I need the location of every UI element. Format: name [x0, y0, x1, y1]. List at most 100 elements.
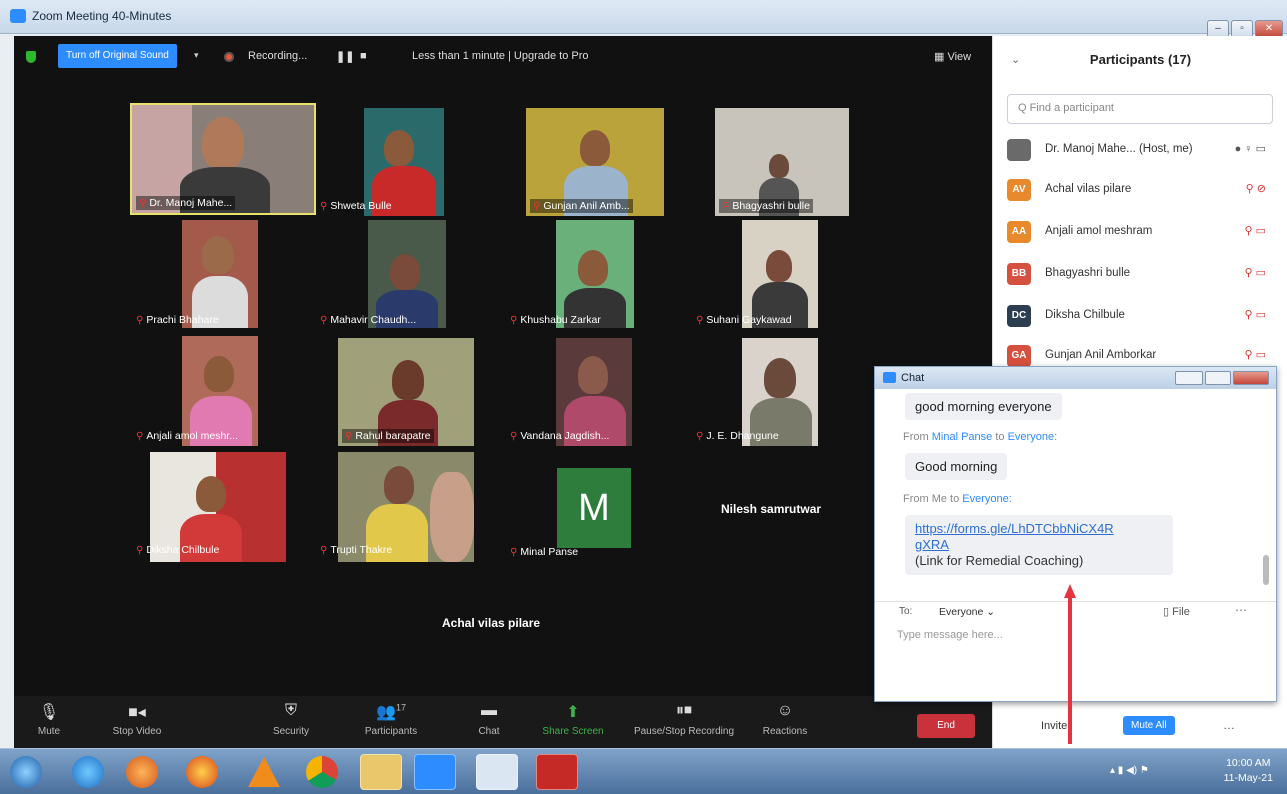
recipient-dropdown[interactable]: Everyone ⌄ [933, 604, 1001, 620]
meeting-area: Turn off Original Sound ▾ Recording... ❚… [14, 36, 992, 748]
pause-stop-recording-button[interactable]: ⏸⏹ Pause/Stop Recording [624, 702, 744, 737]
tile-name: ⚲ Trupti Thakre [320, 544, 393, 556]
participant-count: 17 [395, 702, 406, 713]
participant-search-input[interactable]: Q Find a participant [1007, 94, 1273, 124]
meeting-timer[interactable]: Less than 1 minute | Upgrade to Pro [412, 50, 589, 62]
tray-icons[interactable]: ▴ ▮ ◀) ⚑ [1110, 765, 1149, 776]
tile-name: ⚲ Vandana Jagdish... [510, 430, 610, 442]
chat-more-icon[interactable]: ⋯ [1235, 603, 1247, 617]
mic-muted-icon[interactable]: ⚲ ▭ [1244, 348, 1266, 361]
forms-link-cont[interactable]: gXRA [915, 537, 1163, 553]
chrome-icon[interactable] [306, 756, 338, 788]
tile-name: ⚲ Diksha Chilbule [136, 544, 220, 556]
red-arrow-annotation [1064, 584, 1076, 744]
media-player-icon[interactable] [126, 756, 158, 788]
original-sound-button[interactable]: Turn off Original Sound [58, 44, 177, 68]
video-tile[interactable] [182, 220, 258, 328]
participant-row[interactable]: AA Anjali amol meshram ⚲ ▭ [993, 212, 1287, 252]
file-button[interactable]: ▯ File [1163, 605, 1190, 618]
tile-name: ⚲ Suhani Gaykawad [696, 314, 792, 326]
zoom-app-icon [10, 9, 26, 23]
forms-link[interactable]: https://forms.gle/LhDTCbbNiCX4R [915, 521, 1163, 537]
view-button[interactable]: ▦ View [934, 50, 971, 63]
chat-app-icon [883, 372, 896, 383]
pause-recording-icon[interactable]: ❚❚ [336, 50, 354, 63]
stop-video-button[interactable]: ■◂ Stop Video [92, 702, 182, 737]
avatar: GA [1007, 345, 1031, 367]
participant-row[interactable]: DC Diksha Chilbule ⚲ ▭ [993, 296, 1287, 336]
more-options-icon[interactable]: … [1223, 718, 1235, 732]
video-tile[interactable]: ⚲ Bhagyashri bulle [715, 108, 849, 216]
share-screen-button[interactable]: ⬆ Share Screen [528, 702, 618, 737]
video-tile[interactable] [368, 220, 446, 328]
mic-muted-icon[interactable]: ⚲ ▭ [1244, 308, 1266, 321]
file-explorer-icon[interactable] [360, 754, 402, 790]
tile-name: ⚲ J. E. Dhangune [696, 430, 779, 442]
mic-on-icon[interactable]: ● ♀ ▭ [1235, 142, 1266, 155]
tile-name-achal[interactable]: Achal vilas pilare [442, 616, 540, 630]
chat-close-button[interactable] [1233, 371, 1269, 385]
firefox-icon[interactable] [186, 756, 218, 788]
avatar-minal-panse[interactable]: M [557, 468, 631, 548]
chat-button[interactable]: ▬ Chat [444, 702, 534, 737]
internet-explorer-icon[interactable] [72, 756, 104, 788]
chat-minimize-button[interactable] [1175, 371, 1203, 385]
avatar: AV [1007, 179, 1031, 201]
chat-scrollbar[interactable] [1263, 555, 1269, 585]
tile-name-nilesh[interactable]: Nilesh samrutwar [721, 502, 821, 516]
microphone-icon: 🎙 [38, 704, 60, 721]
video-tile[interactable] [742, 220, 818, 328]
system-clock[interactable]: 10:00 AM 11-May-21 [1224, 756, 1273, 786]
video-tile[interactable]: ⚲ Rahul barapatre [338, 338, 474, 446]
participants-title: Participants (17) [1089, 52, 1192, 67]
video-tile[interactable]: ⚲ Gunjan Anil Amb... [526, 108, 664, 216]
mic-muted-icon[interactable]: ⚲ ⊘ [1246, 182, 1266, 195]
meeting-topbar: Turn off Original Sound ▾ Recording... ❚… [14, 36, 992, 78]
participants-icon: 👥 [376, 704, 396, 721]
reactions-button[interactable]: ☺ Reactions [740, 702, 830, 737]
zoom-taskbar-icon[interactable] [414, 754, 456, 790]
stop-recording-icon[interactable]: ■ [360, 50, 367, 62]
start-button-icon[interactable] [10, 756, 42, 788]
grid-icon: ▦ [934, 51, 948, 63]
chevron-down-icon: ⌄ [986, 606, 996, 618]
to-label: To: [899, 606, 913, 617]
pause-stop-icon: ⏸⏹ [675, 702, 692, 719]
tile-name: ⚲ Mahavir Chaudh... [320, 314, 417, 326]
mic-muted-icon[interactable]: ⚲ ▭ [1244, 224, 1266, 237]
tile-name: ⚲ Bhagyashri bulle [719, 199, 813, 213]
video-tile[interactable]: ⚲ Dr. Manoj Mahe... [130, 103, 316, 215]
mic-muted-icon[interactable]: ⚲ ▭ [1244, 266, 1266, 279]
chat-maximize-button[interactable] [1205, 371, 1231, 385]
participant-row[interactable]: AV Achal vilas pilare ⚲ ⊘ [993, 170, 1287, 210]
tile-name: ⚲ Dr. Manoj Mahe... [136, 196, 236, 210]
tile-name: ⚲ Prachi Bhahare [136, 314, 219, 326]
chat-sender-line: From Me to Everyone: [903, 493, 1012, 505]
avatar [1007, 139, 1031, 161]
original-sound-dropdown-icon[interactable]: ▾ [194, 50, 199, 61]
mute-button[interactable]: 🎙 Mute [14, 702, 94, 737]
message-input[interactable]: Type message here... [897, 629, 1003, 641]
shield-icon: ⛨ [284, 702, 297, 719]
tile-name: ⚲ Khushabu Zarkar [510, 314, 601, 326]
participants-button[interactable]: 👥17 Participants [346, 702, 436, 737]
word-icon[interactable] [476, 754, 518, 790]
meeting-toolbar: 🎙 Mute ■◂ Stop Video ⛨ Security 👥17 Particip… [14, 696, 992, 748]
video-tile[interactable] [556, 220, 634, 328]
chat-message-link: https://forms.gle/LhDTCbbNiCX4R gXRA (Li… [905, 515, 1173, 575]
mute-all-button[interactable]: Mute All [1123, 716, 1175, 735]
file-icon: ▯ [1163, 606, 1170, 618]
window-titlebar: Zoom Meeting 40-Minutes – ▫ ✕ [0, 0, 1287, 38]
security-button[interactable]: ⛨ Security [246, 702, 336, 737]
participant-row[interactable]: BB Bhagyashri bulle ⚲ ▭ [993, 254, 1287, 294]
pdf-reader-icon[interactable] [536, 754, 578, 790]
vlc-icon[interactable] [248, 757, 280, 787]
recording-dot-icon [224, 52, 234, 62]
tile-name: ⚲ Shweta Bulle [320, 200, 392, 212]
participant-row[interactable]: Dr. Manoj Mahe... (Host, me) ● ♀ ▭ [993, 130, 1287, 170]
chat-message: Good morning [905, 453, 1008, 480]
share-screen-icon: ⬆ [566, 704, 580, 721]
chat-titlebar: Chat [875, 367, 1276, 389]
encryption-shield-icon[interactable] [26, 51, 36, 63]
end-meeting-button[interactable]: End [917, 714, 975, 738]
